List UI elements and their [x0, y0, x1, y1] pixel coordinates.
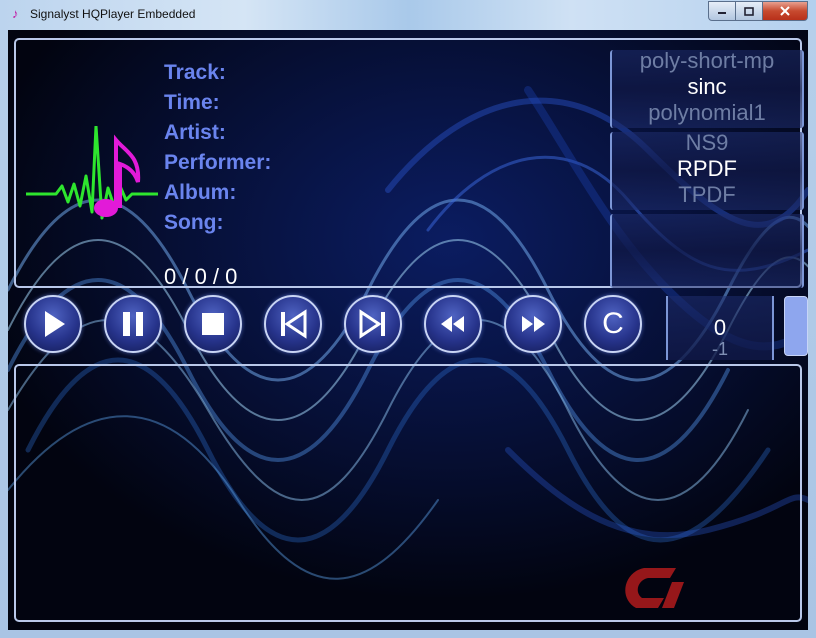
title-bar[interactable]: ♪ Signalyst HQPlayer Embedded	[0, 0, 816, 30]
track-counter: 0 / 0 / 0	[164, 264, 238, 289]
window-controls	[708, 1, 808, 21]
side-panel-handle[interactable]	[784, 296, 808, 356]
pause-icon	[123, 312, 143, 336]
song-label: Song:	[164, 211, 224, 234]
play-button[interactable]	[24, 295, 82, 353]
minimize-icon	[718, 12, 726, 14]
volume-selector[interactable]: 0 -1	[666, 296, 774, 360]
maximize-button[interactable]	[736, 1, 763, 21]
watermark-logo-icon	[625, 568, 684, 608]
stop-button[interactable]	[184, 295, 242, 353]
performer-label: Performer:	[164, 151, 272, 174]
play-icon	[45, 311, 65, 337]
maximize-icon	[744, 6, 754, 16]
shaper-selector[interactable]: NS9 RPDF TPDF	[610, 132, 804, 210]
clear-button-label: C	[602, 307, 624, 340]
minimize-button[interactable]	[708, 1, 736, 21]
shaper-prev-option: NS9	[685, 132, 729, 155]
output-selector[interactable]	[610, 214, 804, 288]
shaper-current-option: RPDF	[677, 156, 737, 181]
filter-next-option: polynomial1	[648, 100, 766, 125]
track-label: Track:	[164, 61, 226, 84]
player-client-area: Track: Time: Artist: Performer: Album: S…	[8, 30, 808, 630]
volume-current: 0	[713, 315, 727, 340]
stop-icon	[202, 313, 224, 335]
volume-next: -1	[711, 339, 728, 359]
album-label: Album:	[164, 181, 237, 204]
shaper-next-option: TPDF	[678, 182, 736, 207]
next-track-button[interactable]	[344, 295, 402, 353]
filter-prev-option: poly-short-mp	[639, 50, 775, 73]
close-button[interactable]	[763, 1, 808, 21]
artist-label: Artist:	[164, 121, 226, 144]
close-icon	[780, 6, 790, 16]
track-info-labels: Track: Time: Artist: Performer: Album: S…	[164, 58, 271, 238]
fast-forward-button[interactable]	[504, 295, 562, 353]
filter-selector[interactable]: poly-short-mp sinc polynomial1	[610, 50, 804, 128]
pause-button[interactable]	[104, 295, 162, 353]
skip-back-icon	[281, 309, 307, 339]
hqplayer-logo-icon	[26, 126, 158, 220]
app-window: ♪ Signalyst HQPlayer Embedded Track: Tim…	[0, 0, 816, 638]
rewind-button[interactable]	[424, 295, 482, 353]
clear-button[interactable]: C	[584, 295, 642, 353]
window-title: Signalyst HQPlayer Embedded	[30, 7, 196, 21]
filter-current-option: sinc	[687, 74, 727, 99]
track-info-panel: Track: Time: Artist: Performer: Album: S…	[14, 38, 804, 289]
skip-forward-icon	[359, 309, 385, 339]
rewind-icon	[441, 316, 464, 332]
fast-forward-icon	[522, 316, 545, 332]
previous-track-button[interactable]	[264, 295, 322, 353]
time-label: Time:	[164, 91, 220, 114]
music-note-icon: ♪	[12, 6, 19, 21]
